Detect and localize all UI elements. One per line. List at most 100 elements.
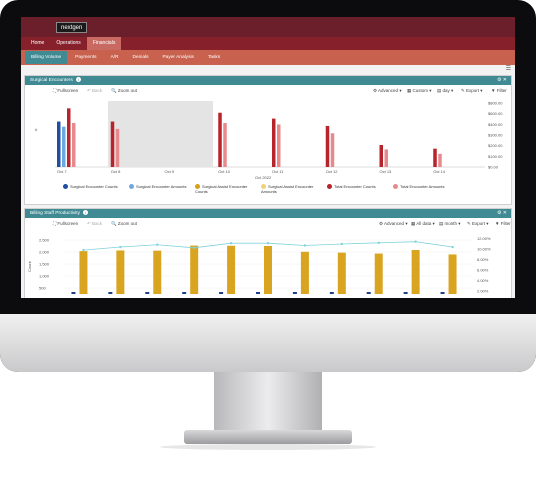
bar bbox=[227, 245, 236, 294]
info-icon[interactable]: i bbox=[75, 77, 81, 83]
billing-productivity-chart: Count 2,500 2,000 1,500 1,000 500 12.00% 10.00%… bbox=[27, 236, 491, 294]
bar bbox=[433, 148, 437, 167]
bar bbox=[62, 126, 66, 167]
export-dropdown[interactable]: ✎ Export ▾ bbox=[467, 221, 489, 227]
stand-shadow bbox=[160, 444, 376, 450]
legend-label: Surgical Assist Encounter Amounts bbox=[261, 184, 314, 195]
bar bbox=[411, 250, 420, 294]
y-tick-label: 2,000 bbox=[39, 250, 50, 255]
legend-item[interactable]: Total Encounter Amounts bbox=[393, 184, 455, 190]
bar bbox=[153, 250, 162, 294]
tab-financials[interactable]: Financials bbox=[86, 37, 122, 50]
legend-label: Total Encounter Amounts bbox=[400, 184, 445, 189]
bar bbox=[300, 251, 309, 294]
legend-label: Surgical Encounter Counts bbox=[70, 184, 118, 189]
advanced-dropdown[interactable]: ⚙ Advanced ▾ bbox=[373, 88, 402, 94]
bar-small bbox=[108, 292, 113, 294]
y2-tick-label: 12.00% bbox=[477, 236, 491, 241]
export-dropdown[interactable]: ✎ Export ▾ bbox=[461, 88, 483, 94]
line-point bbox=[192, 246, 196, 249]
filter-button[interactable]: ▼ Filter bbox=[491, 88, 507, 93]
x-tick-label: Oct 13 bbox=[380, 169, 393, 174]
bar-small bbox=[182, 292, 187, 294]
menu-icon[interactable]: ☰ bbox=[506, 65, 511, 72]
filter-button[interactable]: ▼ Filter bbox=[495, 221, 511, 226]
line-point bbox=[303, 244, 307, 247]
subtab-payer-analysis[interactable]: Payer Analysis bbox=[156, 51, 199, 64]
bar bbox=[272, 118, 276, 167]
app-logo[interactable]: nextgen bbox=[56, 22, 88, 33]
monitor-stand-neck bbox=[214, 372, 322, 434]
line-point bbox=[82, 248, 85, 252]
y-tick-label: 1,000 bbox=[39, 274, 50, 279]
bar-small bbox=[403, 292, 408, 294]
bar bbox=[277, 124, 281, 167]
info-icon[interactable]: i bbox=[83, 210, 89, 216]
legend-label: Total Encounter Counts bbox=[334, 184, 376, 189]
line-point bbox=[229, 242, 233, 245]
chart-toolbar: ⛶ Fullscreen ↶ Back 🔍 Zoom out ⚙ Advance… bbox=[25, 218, 511, 230]
fullscreen-button[interactable]: ⛶ Fullscreen bbox=[53, 88, 78, 93]
y-axis-label: Count bbox=[27, 260, 32, 272]
bar bbox=[218, 112, 222, 167]
legend-item[interactable]: Surgical Encounter Counts bbox=[63, 184, 125, 190]
x-tick-label: Oct 10 bbox=[218, 169, 231, 174]
bar bbox=[330, 133, 335, 167]
main-nav: Home Operations Financials bbox=[21, 37, 515, 50]
y-tick-label: 2,500 bbox=[39, 238, 50, 243]
subtab-denials[interactable]: Denials bbox=[126, 51, 154, 64]
panel-controls-icon[interactable]: ⚙ ✕ bbox=[497, 76, 507, 85]
panel-title: Surgical Encounters bbox=[30, 78, 73, 83]
bar bbox=[57, 121, 61, 167]
tab-home[interactable]: Home bbox=[25, 37, 50, 50]
bar-small bbox=[256, 292, 260, 294]
legend-label: Surgical Assist Encounter Counts bbox=[195, 184, 248, 195]
legend-item[interactable]: Surgical Encounter Amounts bbox=[129, 184, 191, 190]
x-tick-label: Oct 11 bbox=[272, 169, 284, 174]
zoom-out-button[interactable]: 🔍 Zoom out bbox=[111, 221, 137, 227]
day-dropdown[interactable]: ▤ day ▾ bbox=[437, 88, 453, 94]
y-tick-label: 1,500 bbox=[39, 262, 50, 267]
bar bbox=[325, 125, 330, 167]
bar bbox=[190, 245, 199, 294]
panel-controls-icon[interactable]: ⚙ ✕ bbox=[497, 209, 507, 218]
zoom-out-button[interactable]: 🔍 Zoom out bbox=[111, 88, 137, 94]
subtab-tasks[interactable]: Tasks bbox=[202, 51, 226, 64]
fullscreen-button[interactable]: ⛶ Fullscreen bbox=[53, 221, 78, 226]
sub-nav: Billing Volume Payments A/R Denials Paye… bbox=[21, 50, 515, 65]
bar bbox=[223, 123, 227, 167]
legend-item[interactable]: Surgical Assist Encounter Amounts bbox=[261, 184, 323, 194]
subtab-payments[interactable]: Payments bbox=[69, 51, 102, 64]
bar bbox=[337, 252, 346, 294]
line-point bbox=[119, 245, 122, 249]
y2-tick-label: $600.00 bbox=[488, 111, 503, 116]
x-tick-label: Oct 7 bbox=[57, 169, 67, 174]
bar bbox=[79, 251, 88, 294]
y2-tick-label: 8.00% bbox=[477, 257, 489, 262]
y2-tick-label: $300.00 bbox=[488, 133, 503, 138]
panel-header: Billing Staff Productivity i ⚙ ✕ bbox=[25, 209, 511, 218]
legend-item[interactable]: Surgical Assist Encounter Counts bbox=[195, 184, 257, 194]
surgical-encounters-chart: # $800.00 $600.00 $400.00 $300.00 $200.00 $100… bbox=[35, 101, 503, 181]
subtab-billing-volume[interactable]: Billing Volume bbox=[25, 51, 68, 64]
bar-small bbox=[71, 292, 76, 294]
line-point bbox=[451, 245, 454, 249]
tab-operations[interactable]: Operations bbox=[50, 37, 86, 50]
bar bbox=[67, 108, 71, 167]
bar bbox=[110, 121, 115, 167]
advanced-dropdown[interactable]: ⚙ Advanced ▾ bbox=[379, 221, 408, 227]
back-button[interactable]: ↶ Back bbox=[87, 221, 102, 227]
bar bbox=[116, 250, 125, 294]
subtab-ar[interactable]: A/R bbox=[104, 51, 124, 64]
back-button[interactable]: ↶ Back bbox=[87, 88, 102, 94]
bar bbox=[72, 123, 76, 167]
legend-item[interactable]: Total Encounter Counts bbox=[327, 184, 389, 190]
chart-toolbar: ⛶ Fullscreen ↶ Back 🔍 Zoom out ⚙ Advance… bbox=[25, 85, 511, 97]
monitor-stand-base bbox=[184, 430, 352, 444]
bar bbox=[115, 128, 120, 167]
all-data-dropdown[interactable]: ▦ All data ▾ bbox=[411, 221, 435, 227]
line-point bbox=[340, 242, 344, 246]
custom-dropdown[interactable]: ▦ Custom ▾ bbox=[407, 88, 432, 94]
month-dropdown[interactable]: ▤ month ▾ bbox=[439, 221, 461, 227]
bar-small bbox=[440, 292, 445, 294]
